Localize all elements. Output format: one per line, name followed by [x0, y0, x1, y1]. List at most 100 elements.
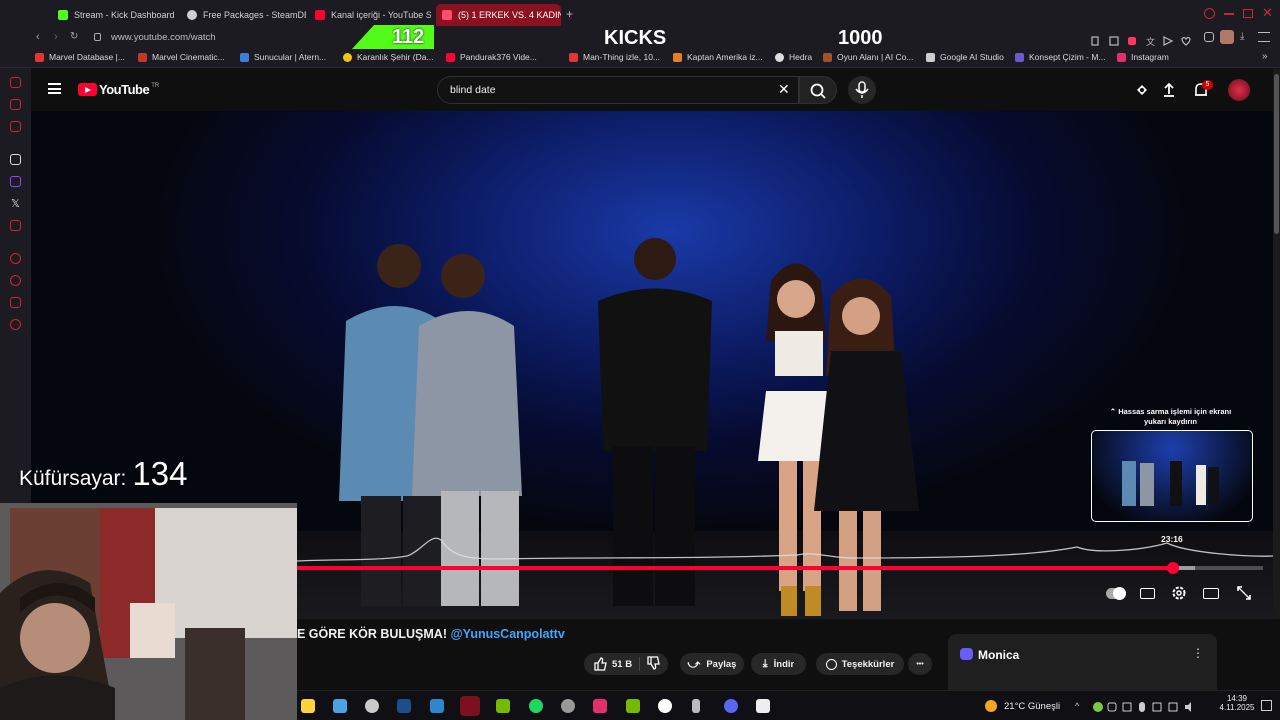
profile-avatar[interactable] [1220, 30, 1234, 44]
search-tabs-icon[interactable] [1204, 8, 1215, 19]
folder-icon[interactable] [430, 699, 444, 713]
bookmark-item[interactable]: Pandurak376 Vide... [446, 52, 537, 62]
notifications-button[interactable]: 5 [1192, 80, 1213, 99]
taskbar: 21°C Güneşli ^ 14:39 4.11.2025 [297, 690, 1280, 720]
channel-mention-link[interactable]: @YunusCanpolattv [450, 627, 564, 641]
spotify-icon[interactable] [529, 699, 543, 713]
download-button[interactable]: ⤓ İndir [751, 653, 806, 675]
progress-bar[interactable] [297, 562, 1263, 574]
twitch-icon[interactable] [10, 176, 21, 187]
menu-icon[interactable] [1258, 32, 1270, 42]
lock-icon [94, 33, 101, 41]
swear-counter-label: Küfürsayar: [19, 467, 127, 490]
sidebar-history-icon[interactable] [10, 253, 21, 264]
sidebar-box-icon[interactable] [10, 297, 21, 308]
upload-button[interactable] [1161, 82, 1177, 98]
github-icon[interactable] [561, 699, 575, 713]
sidebar-arc-icon[interactable] [10, 154, 21, 165]
kicks-label: KICKS [604, 27, 667, 49]
sidebar-record-icon[interactable] [10, 220, 21, 231]
share-button[interactable]: ⤻ Paylaş [680, 653, 744, 675]
settings-button[interactable] [1171, 585, 1187, 601]
extensions-icon[interactable] [1204, 32, 1214, 42]
gear-icon [1172, 586, 1186, 600]
back-icon[interactable]: ‹ [36, 31, 40, 43]
search-input[interactable]: blind date ✕ [437, 76, 799, 104]
like-button[interactable]: 51 B [584, 657, 640, 671]
search-icon [810, 83, 826, 99]
search-query: blind date [450, 84, 496, 96]
theater-mode-icon[interactable] [1203, 588, 1219, 599]
sidebar-chat-icon[interactable] [10, 99, 21, 110]
more-actions-button[interactable]: ••• [908, 653, 932, 675]
bookmark-item[interactable]: Kaptan Amerika iz... [673, 52, 763, 62]
bookmark-item[interactable]: Marvel Cinematic... [138, 52, 225, 62]
clear-search-icon[interactable]: ✕ [778, 81, 790, 98]
nvidia-app-icon[interactable] [626, 699, 640, 713]
clock-date: 4.11.2025 [1219, 703, 1255, 712]
voice-search-button[interactable] [848, 76, 876, 104]
bookmark-item[interactable]: Man-Thing izle, 10... [569, 52, 660, 62]
dislike-button[interactable] [640, 655, 660, 673]
microphone-icon [855, 81, 869, 98]
tab-youtube-studio[interactable]: Kanal içeriği - YouTube St [309, 4, 431, 26]
tab-active-video[interactable]: (5) 1 ERKEK VS. 4 KADIN [436, 4, 561, 26]
bookmark-item[interactable]: Oyun Alanı | AI Co... [823, 52, 913, 62]
bookmark-item[interactable]: Marvel Database |... [35, 52, 125, 62]
page-scrollbar[interactable] [1273, 69, 1280, 690]
opera-gx-icon[interactable] [460, 696, 480, 716]
app-icon[interactable] [365, 699, 379, 713]
tray-overflow-icon[interactable]: ^ [1075, 701, 1079, 711]
thanks-button[interactable]: Teşekkürler [816, 653, 904, 675]
steam-icon[interactable] [397, 699, 411, 713]
close-window-icon[interactable]: ✕ [1262, 5, 1273, 21]
guide-menu-icon[interactable] [48, 83, 61, 94]
fullscreen-button[interactable] [1236, 585, 1252, 601]
bookmark-item[interactable]: Karanlık Şehir (Da... [343, 52, 434, 62]
autoplay-toggle[interactable] [1106, 587, 1126, 600]
create-button[interactable] [1134, 82, 1150, 98]
bookmark-item[interactable]: Konsept Çizim - M... [1015, 52, 1106, 62]
bookmark-item[interactable]: Instagram [1117, 52, 1169, 62]
bookmark-label: Hedra [789, 52, 813, 62]
sidebar-clock-icon[interactable] [10, 275, 21, 286]
new-tab-button[interactable]: + [566, 7, 573, 21]
create-icon [1137, 85, 1147, 95]
sidebar-bag-icon[interactable] [10, 77, 21, 88]
bookmarks-overflow-icon[interactable]: » [1262, 51, 1268, 62]
bookmark-item[interactable]: Google AI Studio [926, 52, 1004, 62]
youtube-logo[interactable]: YouTube TR [78, 82, 159, 97]
tab-steamdb[interactable]: Free Packages - SteamDB [181, 4, 306, 26]
audio-icon[interactable] [692, 699, 700, 713]
x-icon[interactable]: 𝕏 [11, 197, 20, 210]
thanks-label: Teşekkürler [841, 658, 895, 670]
account-avatar[interactable] [1228, 79, 1250, 101]
davinci-icon[interactable] [756, 699, 770, 713]
share-label: Paylaş [706, 658, 737, 670]
webcam-feed [0, 503, 297, 720]
minimize-icon[interactable] [1224, 13, 1234, 15]
discord-icon[interactable] [724, 699, 738, 713]
reload-icon[interactable]: ↻ [70, 31, 78, 42]
notification-center-icon[interactable] [1261, 700, 1272, 711]
search-button[interactable] [799, 76, 837, 104]
maximize-icon[interactable] [1243, 9, 1253, 18]
subtitles-icon[interactable] [1140, 588, 1155, 599]
tab-kick-dashboard[interactable]: Stream - Kick Dashboard [52, 4, 177, 26]
forward-icon[interactable]: › [54, 31, 58, 43]
video-title: E GÖRE KÖR BULUŞMA! @YunusCanpolattv [297, 627, 565, 641]
sidebar-app-icon[interactable] [10, 121, 21, 132]
sidebar-settings-icon[interactable] [10, 319, 21, 330]
url-text[interactable]: www.youtube.com/watch [111, 32, 216, 43]
bookmark-item[interactable]: Hedra [775, 52, 812, 62]
explorer-icon[interactable] [333, 699, 347, 713]
nvidia-icon[interactable] [496, 699, 510, 713]
clock[interactable]: 14:39 4.11.2025 [1219, 694, 1255, 712]
monica-menu-icon[interactable]: ⋮ [1192, 646, 1204, 660]
weather-text[interactable]: 21°C Güneşli [1004, 701, 1060, 712]
obs-icon[interactable] [658, 699, 672, 713]
download-icon[interactable]: ⤓ [1240, 31, 1244, 42]
start-icon[interactable] [301, 699, 315, 713]
instagram-icon[interactable] [593, 699, 607, 713]
bookmark-item[interactable]: Sunucular | Atern... [240, 52, 326, 62]
